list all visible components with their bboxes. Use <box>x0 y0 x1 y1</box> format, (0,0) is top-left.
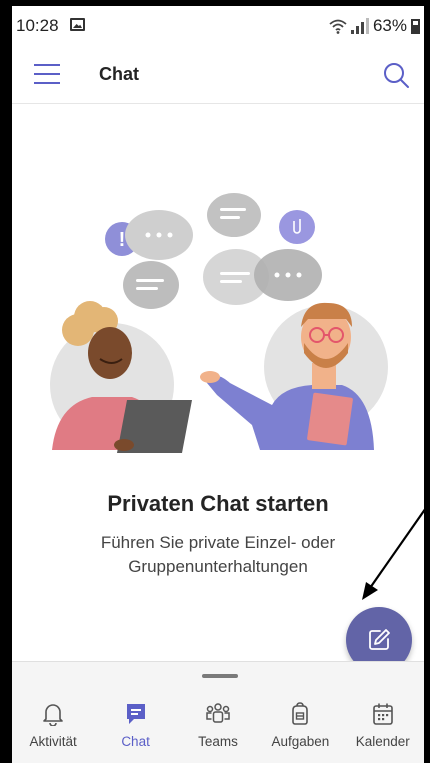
app-header: Chat <box>12 46 424 104</box>
calendar-icon <box>372 703 393 725</box>
tab-aktivitaet[interactable]: Aktivität <box>12 700 94 749</box>
empty-state-description: Führen Sie private Einzel- oder Gruppenu… <box>100 533 336 576</box>
drag-handle[interactable] <box>202 674 238 678</box>
man-figure <box>200 302 388 450</box>
battery-icon <box>411 18 420 34</box>
chat-main: ! Privaten Chat starten Führen Sie priva… <box>12 105 424 673</box>
battery-percentage: 63% <box>372 16 407 35</box>
phone-screen: 10:28 63% Chat ! Privaten Chat starten F… <box>12 6 424 763</box>
chat-icon <box>126 704 145 724</box>
tab-kalender[interactable]: Kalender <box>342 700 424 749</box>
status-time: 10:28 <box>16 16 59 35</box>
signal-icon <box>350 18 369 34</box>
bell-icon <box>43 704 63 726</box>
tab-label: Teams <box>198 734 238 749</box>
tab-aufgaben[interactable]: Aufgaben <box>259 700 341 749</box>
search-icon[interactable] <box>382 61 410 89</box>
compose-icon <box>369 629 390 650</box>
page-title: Chat <box>99 64 139 84</box>
teams-icon <box>206 703 230 723</box>
woman-figure <box>50 301 192 453</box>
status-right: 63% <box>329 16 420 36</box>
device-frame: 10:28 63% Chat ! Privaten Chat starten F… <box>0 0 430 763</box>
empty-state-title: Privaten Chat starten <box>107 491 329 516</box>
gallery-icon <box>70 18 85 31</box>
empty-state-illustration: ! <box>50 193 388 453</box>
wifi-icon <box>329 19 347 34</box>
tab-label: Aufgaben <box>271 734 330 749</box>
status-bar: 10:28 63% <box>12 6 424 46</box>
tab-label: Chat <box>121 734 150 749</box>
tab-label: Aktivität <box>29 734 77 749</box>
tab-teams[interactable]: Teams <box>177 700 259 749</box>
tasks-icon <box>292 702 309 725</box>
tab-chat[interactable]: Chat <box>95 700 177 749</box>
hamburger-icon[interactable] <box>34 64 60 84</box>
bottom-navigation: Aktivität Chat Teams Aufgaben Kalender <box>12 661 424 763</box>
tab-label: Kalender <box>355 734 410 749</box>
speech-bubbles: ! <box>105 193 322 309</box>
svg-text:!: ! <box>119 229 126 251</box>
nav-tabs: Aktivität Chat Teams Aufgaben Kalender <box>12 700 424 749</box>
